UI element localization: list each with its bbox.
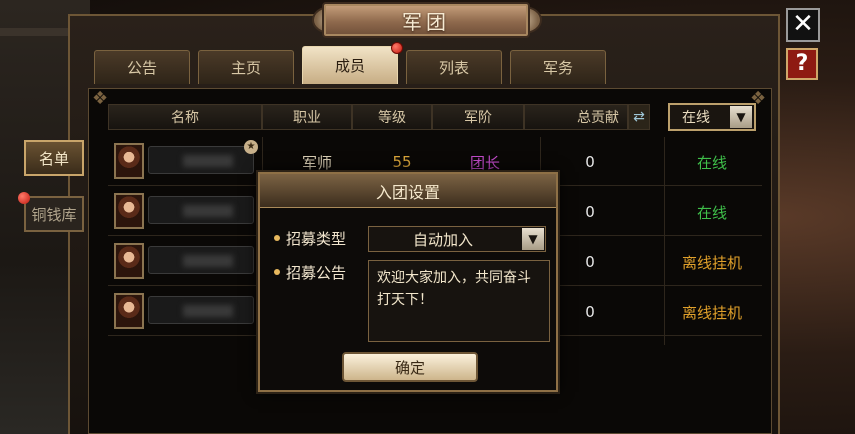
member-status: 离线挂机 bbox=[681, 253, 742, 272]
close-button[interactable]: ✕ bbox=[786, 8, 820, 42]
confirm-label: 确定 bbox=[394, 358, 425, 377]
tab-affairs[interactable]: 军务 bbox=[510, 50, 606, 84]
sidebar-item-label: 名单 bbox=[38, 149, 69, 168]
avatar bbox=[114, 243, 144, 279]
window-title: 军团 bbox=[322, 2, 530, 38]
tab-label: 成员 bbox=[334, 57, 365, 75]
header-level[interactable]: 等级 bbox=[352, 104, 432, 130]
tab-home[interactable]: 主页 bbox=[198, 50, 294, 84]
tab-label: 公告 bbox=[126, 59, 157, 77]
confirm-button[interactable]: 确定 bbox=[342, 352, 478, 382]
recruit-type-select[interactable]: 自动加入 ▼ bbox=[368, 226, 546, 252]
header-label: 军阶 bbox=[464, 110, 492, 126]
filter-value: 在线 bbox=[682, 110, 710, 126]
notification-dot-icon bbox=[18, 192, 30, 204]
window-title-text: 军团 bbox=[402, 9, 450, 34]
online-filter-select[interactable]: 在线 ▼ bbox=[668, 103, 756, 131]
chevron-down-icon: ▼ bbox=[522, 228, 544, 250]
member-name-field bbox=[148, 296, 254, 324]
member-status: 离线挂机 bbox=[681, 303, 742, 322]
help-button[interactable]: ? bbox=[786, 48, 818, 80]
announcement-textarea[interactable]: 欢迎大家加入，共同奋斗打天下！ bbox=[368, 260, 550, 342]
chevron-down-icon: ▼ bbox=[730, 106, 752, 128]
header-label: 总贡献 bbox=[577, 110, 619, 126]
member-name-field bbox=[148, 246, 254, 274]
header-label: 名称 bbox=[171, 110, 199, 126]
tab-label: 主页 bbox=[230, 59, 261, 77]
close-icon: ✕ bbox=[792, 9, 814, 39]
avatar bbox=[114, 143, 144, 179]
member-name-field bbox=[148, 146, 254, 174]
header-contribution[interactable]: 总贡献 bbox=[524, 104, 628, 130]
recruit-type-value: 自动加入 bbox=[413, 230, 474, 249]
header-label: 等级 bbox=[378, 110, 406, 126]
header-label: 职业 bbox=[293, 110, 321, 126]
bullet-icon bbox=[274, 269, 280, 275]
sidebar-item-names[interactable]: 名单 bbox=[24, 140, 84, 176]
avatar bbox=[114, 193, 144, 229]
dialog-title: 入团设置 bbox=[260, 174, 556, 208]
announcement-label: 招募公告 bbox=[286, 264, 347, 282]
swap-icon[interactable]: ⇄ bbox=[628, 104, 650, 130]
table-header: 名称 职业 等级 军阶 总贡献 ⇄ 在线 ▼ bbox=[108, 103, 762, 131]
header-role[interactable]: 职业 bbox=[262, 104, 352, 130]
sidebar-item-bank[interactable]: 铜钱库 bbox=[18, 192, 84, 232]
join-settings-dialog: 入团设置 招募类型 自动加入 ▼ 招募公告 欢迎大家加入，共同奋斗打天下！ 确定 bbox=[258, 172, 558, 392]
header-name[interactable]: 名称 bbox=[108, 104, 262, 130]
bullet-icon bbox=[274, 235, 280, 241]
sidebar-item-label: 铜钱库 bbox=[31, 205, 77, 224]
avatar bbox=[114, 293, 144, 329]
corner-ornament-icon: ❖ bbox=[92, 88, 109, 109]
tab-members[interactable]: 成员 bbox=[302, 42, 403, 84]
member-status: 在线 bbox=[696, 153, 727, 172]
notification-dot-icon bbox=[391, 42, 403, 54]
tab-list[interactable]: 列表 bbox=[406, 50, 502, 84]
header-rank[interactable]: 军阶 bbox=[432, 104, 524, 130]
member-name-field bbox=[148, 196, 254, 224]
tab-label: 列表 bbox=[438, 59, 469, 77]
leader-star-icon: ★ bbox=[244, 140, 258, 154]
tab-announcement[interactable]: 公告 bbox=[94, 50, 190, 84]
tab-label: 军务 bbox=[542, 59, 573, 77]
recruit-type-label: 招募类型 bbox=[286, 230, 347, 248]
help-icon: ? bbox=[795, 51, 809, 76]
member-status: 在线 bbox=[696, 203, 727, 222]
